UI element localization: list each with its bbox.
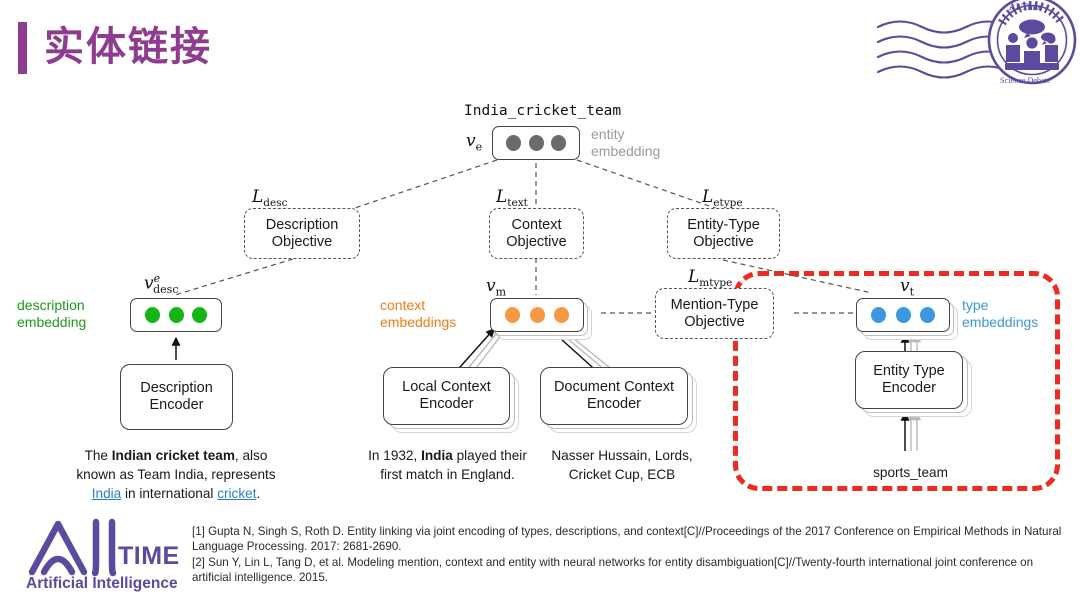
entity-type-input-caption: sports_team	[873, 465, 948, 480]
entity-type-objective-box[interactable]: Entity-Type Objective	[667, 208, 780, 259]
context-embeddings-label: context embeddings	[380, 297, 456, 330]
context-embedding-dot-3	[553, 307, 569, 323]
mention-type-objective-box[interactable]: Mention-Type Objective	[655, 288, 774, 339]
entity-embedding-box	[492, 126, 580, 160]
slide-root: 实体链接 AI Time Science Debate India_cricke…	[0, 0, 1080, 596]
entity-embedding-label-line2: embedding	[591, 142, 661, 159]
document-context-input-caption: Nasser Hussain, Lords, Cricket Cup, ECB	[551, 448, 693, 482]
entity-embedding-dot-2	[528, 135, 544, 151]
context-objective-line1: Context	[511, 216, 562, 233]
description-embedding-dot-3	[192, 307, 208, 323]
document-context-encoder-line1: Document Context	[553, 379, 675, 395]
entity-type-encoder-line2: Encoder	[881, 380, 936, 396]
document-context-encoder-line2: Encoder	[586, 396, 641, 412]
description-embedding-dot-2	[168, 307, 184, 323]
svg-text:Science Debate: Science Debate	[1000, 76, 1051, 85]
context-embeddings-label-line2: embeddings	[380, 313, 457, 330]
references-block: [1] Gupta N, Singh S, Roth D. Entity lin…	[192, 524, 1070, 586]
context-objective-line2: Objective	[506, 233, 567, 250]
description-encoder-box[interactable]: Description Encoder	[120, 364, 233, 430]
type-embedding-box	[856, 298, 950, 332]
entity-embedding-dot-1	[505, 135, 521, 151]
description-vector-label: vedesc	[144, 272, 179, 297]
entity-linking-architecture-diagram: India_cricket_team ve entity embedding L…	[0, 95, 1080, 510]
loss-mtype-label: Lmtype	[688, 267, 733, 289]
title-accent-bar	[18, 22, 27, 74]
loss-desc-label: Ldesc	[252, 187, 288, 209]
entity-type-objective-line2: Objective	[693, 233, 754, 250]
loss-text-label: Ltext	[496, 187, 528, 209]
entity-vector-label: ve	[466, 131, 483, 154]
entity-name-label: India_cricket_team	[464, 103, 622, 119]
description-encoder-line1: Description	[140, 380, 213, 396]
loss-etype-label: Letype	[702, 187, 743, 209]
type-embedding-dot-1	[871, 307, 887, 323]
local-context-encoder-line1: Local Context	[402, 379, 491, 395]
ai-time-wordmark: TIME	[118, 542, 180, 570]
local-context-encoder-box[interactable]: Local Context Encoder	[383, 367, 510, 425]
ai-time-logo: TIME Artificial Intelligence	[22, 512, 197, 594]
page-title: 实体链接	[44, 25, 212, 69]
ai-time-subtitle: Artificial Intelligence	[26, 575, 178, 592]
local-context-encoder-line2: Encoder	[419, 396, 474, 412]
type-embedding-dot-3	[919, 307, 935, 323]
mention-type-objective-line1: Mention-Type	[670, 296, 759, 313]
description-encoder-line2: Encoder	[149, 397, 204, 413]
entity-embedding-dot-3	[551, 135, 567, 151]
entity-embedding-label-line1: entity	[591, 126, 625, 142]
type-vector-label: vt	[900, 276, 915, 299]
context-embeddings-label-line1: context	[380, 297, 426, 313]
context-vector-label: vm	[486, 276, 507, 299]
description-embedding-box	[130, 298, 222, 332]
description-embedding-label-line1: description	[17, 297, 85, 313]
context-embedding-dot-1	[505, 307, 521, 323]
context-embedding-box	[490, 298, 584, 332]
description-embedding-label-line2: embedding	[17, 313, 87, 330]
description-embedding-dot-1	[144, 307, 160, 323]
context-objective-box[interactable]: Context Objective	[489, 208, 584, 259]
type-embeddings-label: type embeddings	[962, 297, 1038, 330]
type-embedding-dot-2	[895, 307, 911, 323]
mention-type-objective-line2: Objective	[684, 313, 745, 330]
document-context-encoder-box[interactable]: Document Context Encoder	[540, 367, 688, 425]
ai-time-seal-logo: AI Time Science Debate	[870, 0, 1080, 95]
description-objective-line2: Objective	[271, 233, 333, 250]
type-embeddings-label-line1: type	[962, 297, 989, 313]
svg-text:AI Time: AI Time	[1009, 3, 1042, 13]
entity-type-encoder-box[interactable]: Entity Type Encoder	[855, 351, 963, 409]
description-objective-box[interactable]: Description Objective	[244, 208, 360, 259]
description-input-caption: The Indian cricket team, also known as Te…	[76, 448, 276, 501]
reference-item-2: [2] Sun Y, Lin L, Tang D, et al. Modelin…	[192, 555, 1034, 585]
description-objective-line1: Description	[265, 216, 339, 233]
entity-embedding-label: entity embedding	[591, 126, 660, 159]
reference-item-1: [1] Gupta N, Singh S, Roth D. Entity lin…	[192, 525, 1062, 554]
type-embeddings-label-line2: embeddings	[962, 313, 1039, 330]
description-embedding-label: description embedding	[17, 297, 86, 330]
entity-type-objective-line1: Entity-Type	[687, 216, 760, 233]
context-embedding-dot-2	[529, 307, 545, 323]
entity-type-encoder-line1: Entity Type	[873, 363, 945, 379]
